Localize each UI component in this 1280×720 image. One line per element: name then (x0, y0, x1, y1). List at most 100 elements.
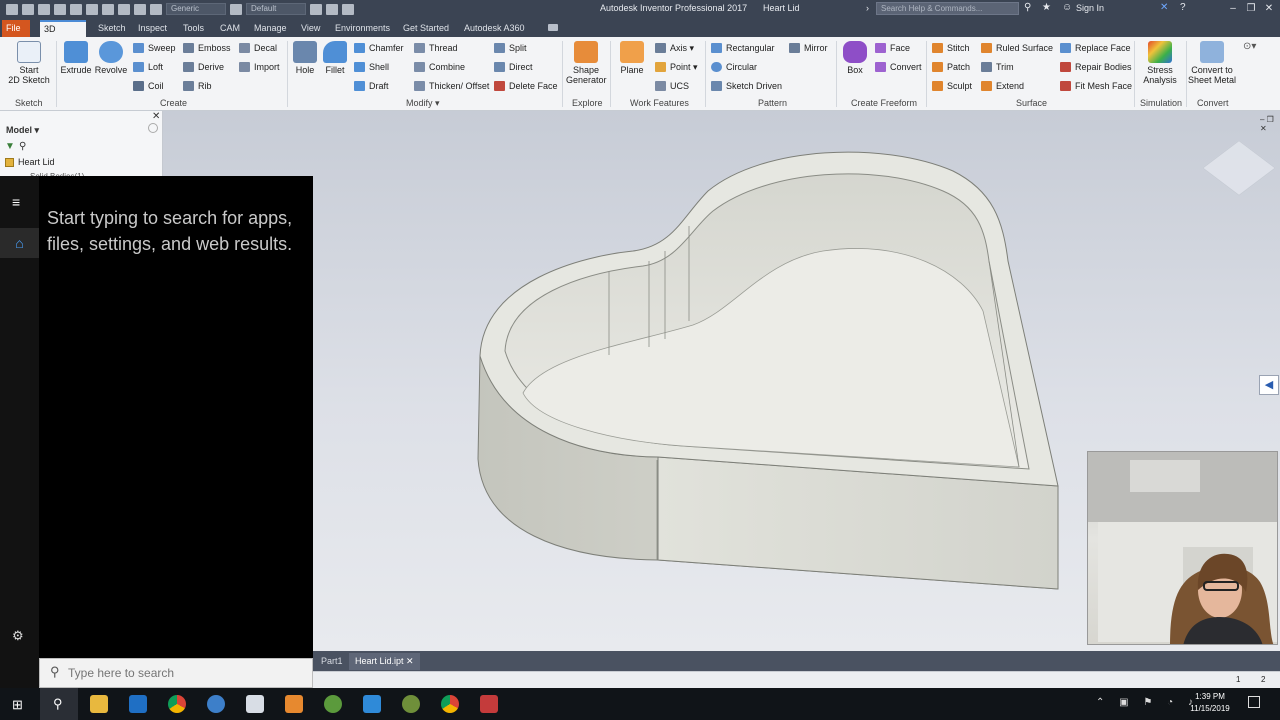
help-icon[interactable] (148, 123, 158, 133)
close-icon[interactable]: ✕ (406, 656, 414, 666)
search-input[interactable] (68, 664, 298, 682)
binoculars-icon[interactable]: ⚲ (19, 141, 26, 152)
replace-face-button[interactable]: Replace Face (1060, 43, 1131, 53)
plane-button[interactable]: Plane (614, 41, 650, 75)
direct-button[interactable]: Direct (494, 62, 533, 72)
chamfer-button[interactable]: Chamfer (354, 43, 404, 53)
material-icon[interactable] (150, 3, 162, 15)
settings-gear-icon[interactable]: ⚙ (12, 628, 24, 644)
taskbar-search-box[interactable]: ⚲ (39, 658, 313, 688)
tab-environments[interactable]: Environments (331, 20, 394, 37)
exchange-icon[interactable]: ✕ (1160, 2, 1168, 13)
coil-button[interactable]: Coil (133, 81, 164, 91)
binoculars-icon[interactable]: ⚲ (1024, 2, 1031, 13)
stress-analysis-button[interactable]: Stress Analysis (1138, 41, 1182, 85)
chevron-right-icon[interactable]: › (866, 3, 869, 13)
app-icon[interactable] (207, 695, 225, 713)
tree-root[interactable]: Heart Lid (18, 157, 55, 167)
rib-button[interactable]: Rib (183, 81, 212, 91)
mirror-button[interactable]: Mirror (789, 43, 828, 53)
point-button[interactable]: Point ▾ (655, 62, 698, 73)
hamburger-icon[interactable]: ≡ (12, 194, 20, 210)
sketch-driven-button[interactable]: Sketch Driven (711, 81, 782, 91)
notifications-icon[interactable] (1248, 696, 1260, 708)
face-button[interactable]: Face (875, 43, 910, 53)
recording-icon[interactable] (480, 695, 498, 713)
hole-button[interactable]: Hole (291, 41, 319, 75)
combine-button[interactable]: Combine (414, 62, 465, 72)
loft-button[interactable]: Loft (133, 62, 163, 72)
thicken-offset-button[interactable]: Thicken/ Offset (414, 81, 489, 91)
axis-button[interactable]: Axis ▾ (655, 43, 694, 54)
convert-to-sheet-metal-button[interactable]: Convert to Sheet Metal (1188, 41, 1236, 85)
revolve-button[interactable]: Revolve (94, 41, 128, 75)
style-dropdown[interactable]: Generic (166, 3, 226, 15)
adjust-icon[interactable] (310, 3, 322, 15)
fillet-button[interactable]: Fillet (321, 41, 349, 75)
help-search-input[interactable]: Search Help & Commands... (876, 2, 1019, 15)
outlook-icon[interactable] (129, 695, 147, 713)
circular-pattern-button[interactable]: Circular (711, 62, 757, 72)
sweep-button[interactable]: Sweep (133, 43, 176, 53)
appearance-dropdown[interactable]: Default (246, 3, 306, 15)
convert-button[interactable]: Convert (875, 62, 922, 72)
update-icon[interactable] (118, 3, 130, 15)
clock[interactable]: 1:39 PM 11/15/2019 (1180, 691, 1240, 715)
clear-icon[interactable] (326, 3, 338, 15)
settings-app-icon[interactable] (324, 695, 342, 713)
sculpt-button[interactable]: Sculpt (932, 81, 972, 91)
select-icon[interactable] (134, 3, 146, 15)
tab-3d-model[interactable]: 3D Model (40, 20, 86, 48)
chrome-icon[interactable] (441, 695, 459, 713)
minimize-button[interactable]: – (1226, 2, 1240, 15)
viewport-window-controls[interactable]: – ❐ ✕ (1260, 115, 1280, 133)
stitch-button[interactable]: Stitch (932, 43, 970, 53)
ribbon-expand-icon[interactable]: ⊙▾ (1243, 41, 1256, 52)
import-button[interactable]: Import (239, 62, 280, 72)
tab-autodesk-a360[interactable]: Autodesk A360 (460, 20, 529, 37)
tab-cam[interactable]: CAM (216, 20, 244, 37)
thread-button[interactable]: Thread (414, 43, 458, 53)
measure-icon[interactable] (342, 3, 354, 15)
ruled-surface-button[interactable]: Ruled Surface (981, 43, 1053, 53)
nav-bar-toggle-icon[interactable]: ◀ (1259, 375, 1279, 395)
tab-sketch[interactable]: Sketch (94, 20, 130, 37)
tab-view[interactable]: View (297, 20, 324, 37)
tab-tools[interactable]: Tools (179, 20, 208, 37)
redo-icon[interactable] (86, 3, 98, 15)
undo-icon[interactable] (70, 3, 82, 15)
new-file-icon[interactable] (22, 3, 34, 15)
split-button[interactable]: Split (494, 43, 527, 53)
inventor-icon[interactable] (285, 695, 303, 713)
save-icon[interactable] (54, 3, 66, 15)
user-icon[interactable]: ☺ (1062, 2, 1072, 13)
extend-button[interactable]: Extend (981, 81, 1024, 91)
ucs-button[interactable]: UCS (655, 81, 689, 91)
browser-title[interactable]: Model ▾ (6, 125, 39, 136)
help-icon[interactable]: ? (1180, 2, 1186, 13)
appearance-icon[interactable] (230, 3, 242, 15)
home-icon[interactable] (102, 3, 114, 15)
repair-bodies-button[interactable]: Repair Bodies (1060, 62, 1132, 72)
start-2d-sketch-button[interactable]: Start 2D Sketch (8, 41, 50, 85)
extrude-button[interactable]: Extrude (60, 41, 92, 75)
shape-generator-button[interactable]: Shape Generator (566, 41, 607, 85)
fit-mesh-face-button[interactable]: Fit Mesh Face (1060, 81, 1132, 91)
tab-inspect[interactable]: Inspect (134, 20, 171, 37)
app-menu-icon[interactable] (6, 3, 18, 15)
tab-get-started[interactable]: Get Started (399, 20, 453, 37)
doc-tab-heart-lid[interactable]: Heart Lid.ipt ✕ (349, 653, 420, 670)
tool-icon[interactable] (402, 695, 420, 713)
tab-file[interactable]: File (2, 20, 30, 37)
doc-tab-part1[interactable]: Part1 (315, 653, 349, 670)
draft-button[interactable]: Draft (354, 81, 389, 91)
trim-button[interactable]: Trim (981, 62, 1014, 72)
maximize-button[interactable]: ❐ (1244, 2, 1258, 15)
windows-start-icon[interactable]: ⊞ (12, 697, 23, 713)
box-button[interactable]: Box (840, 41, 870, 75)
tab-manage[interactable]: Manage (250, 20, 291, 37)
patch-button[interactable]: Patch (932, 62, 970, 72)
search-taskbar-button[interactable]: ⚲ (40, 688, 78, 720)
derive-button[interactable]: Derive (183, 62, 224, 72)
rectangular-pattern-button[interactable]: Rectangular (711, 43, 775, 53)
